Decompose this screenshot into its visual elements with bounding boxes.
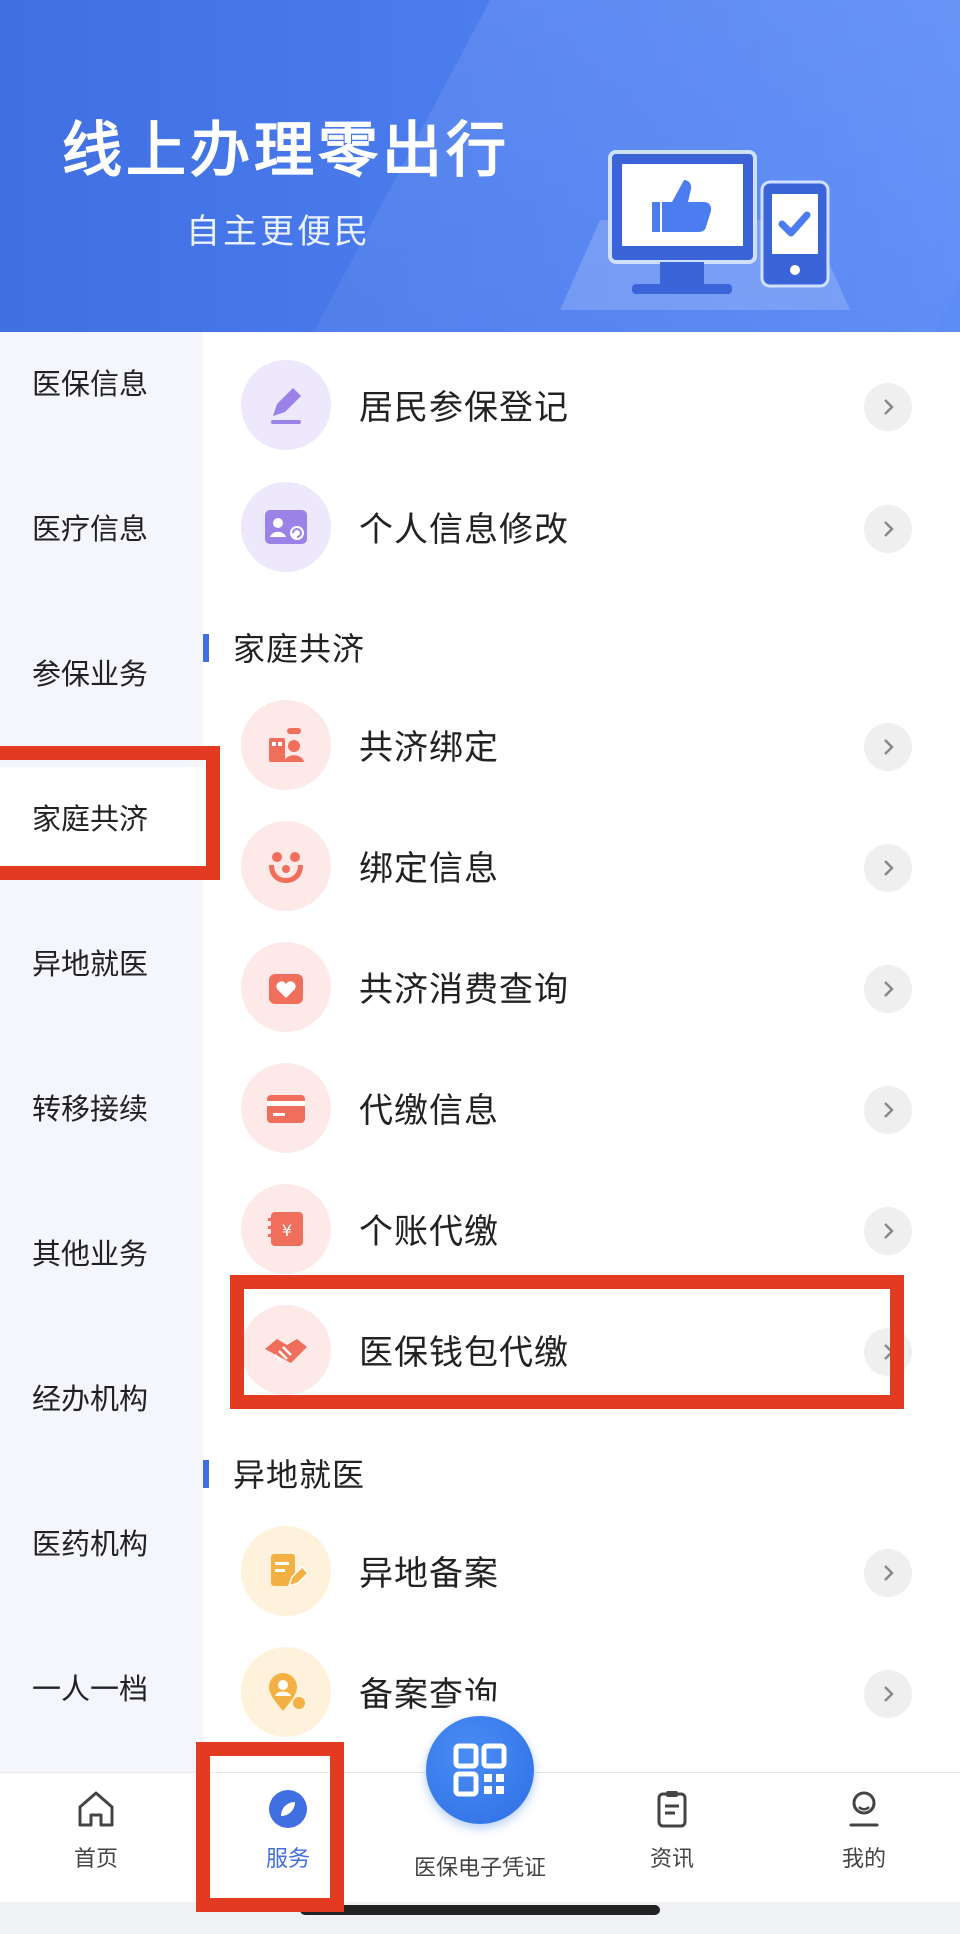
- tab-mine[interactable]: 我的: [804, 1787, 924, 1887]
- list-item-filing-query[interactable]: 备案查询: [203, 1637, 960, 1747]
- sidebar-item-enrollment[interactable]: 参保业务: [0, 622, 203, 722]
- id-card-icon: [241, 482, 331, 572]
- document-pen-icon: [241, 1526, 331, 1616]
- card-icon: [241, 1063, 331, 1153]
- chevron-right-icon: [864, 505, 912, 553]
- highlight-box-services-tab: [196, 1742, 344, 1912]
- family-hug-icon: [241, 821, 331, 911]
- medical-insurance-qr-button[interactable]: [426, 1716, 534, 1824]
- chevron-right-icon: [864, 1207, 912, 1255]
- list-item-binding-info[interactable]: 绑定信息: [203, 811, 960, 921]
- highlight-box-family-sharing: [0, 746, 220, 880]
- pencil-icon: [241, 360, 331, 450]
- list-item-sharing-consumption-query[interactable]: 共济消费查询: [203, 932, 960, 1042]
- chevron-right-icon: [864, 844, 912, 892]
- sidebar-item-transfer[interactable]: 转移接续: [0, 1057, 203, 1157]
- user-icon: [849, 1791, 879, 1827]
- chevron-right-icon: [864, 1086, 912, 1134]
- section-marker: [203, 1460, 209, 1488]
- svg-text:¥: ¥: [282, 1221, 292, 1240]
- home-indicator[interactable]: [300, 1905, 660, 1915]
- banner-title: 线上办理零出行: [62, 116, 510, 186]
- computer-thumbs-up-icon: [560, 150, 850, 310]
- sidebar-item-agencies[interactable]: 经办机构: [0, 1347, 203, 1447]
- sidebar-item-pharmacies[interactable]: 医药机构: [0, 1492, 203, 1592]
- home-icon: [78, 1791, 114, 1827]
- list-item-sharing-bind[interactable]: 共济绑定: [203, 690, 960, 800]
- section-header-family-sharing: 家庭共济: [203, 620, 960, 670]
- qr-code-icon: [453, 1743, 507, 1797]
- tab-e-voucher-label: 医保电子凭证: [413, 1856, 546, 1881]
- list-item-resident-enrollment[interactable]: 居民参保登记: [203, 350, 960, 460]
- person-pin-icon: [241, 1647, 331, 1737]
- chevron-right-icon: [864, 723, 912, 771]
- header-banner: 线上办理零出行 自主更便民: [0, 0, 960, 332]
- chevron-right-icon: [864, 965, 912, 1013]
- service-list: 居民参保登记 个人信息修改 家庭共济 共济绑定 绑定信息 共济消费查询 代缴信息…: [203, 332, 960, 1772]
- family-link-icon: [241, 700, 331, 790]
- sidebar-item-medical-info[interactable]: 医疗信息: [0, 477, 203, 577]
- section-header-remote-medical: 异地就医: [203, 1446, 960, 1496]
- category-sidebar: 医保信息 医疗信息 参保业务 家庭共济 异地就医 转移接续 其他业务 经办机构 …: [0, 332, 203, 1772]
- yuan-book-icon: ¥: [241, 1184, 331, 1274]
- heart-box-icon: [241, 942, 331, 1032]
- tab-home[interactable]: 首页: [36, 1787, 156, 1887]
- sidebar-item-remote-medical[interactable]: 异地就医: [0, 912, 203, 1012]
- banner-subtitle: 自主更便民: [186, 212, 371, 252]
- section-marker: [203, 634, 209, 662]
- list-item-account-payment[interactable]: ¥ 个账代缴: [203, 1174, 960, 1284]
- chevron-right-icon: [864, 383, 912, 431]
- sidebar-item-other-business[interactable]: 其他业务: [0, 1202, 203, 1302]
- clipboard-icon: [657, 1791, 687, 1828]
- highlight-box-wallet-payment: [230, 1275, 904, 1409]
- sidebar-item-medical-insurance-info[interactable]: 医保信息: [0, 332, 203, 432]
- list-item-payment-info[interactable]: 代缴信息: [203, 1053, 960, 1163]
- tab-news[interactable]: 资讯: [612, 1787, 732, 1887]
- sidebar-item-personal-file[interactable]: 一人一档: [0, 1637, 203, 1737]
- list-item-personal-info-edit[interactable]: 个人信息修改: [203, 472, 960, 582]
- chevron-right-icon: [864, 1549, 912, 1597]
- list-item-remote-filing[interactable]: 异地备案: [203, 1516, 960, 1626]
- chevron-right-icon: [864, 1670, 912, 1718]
